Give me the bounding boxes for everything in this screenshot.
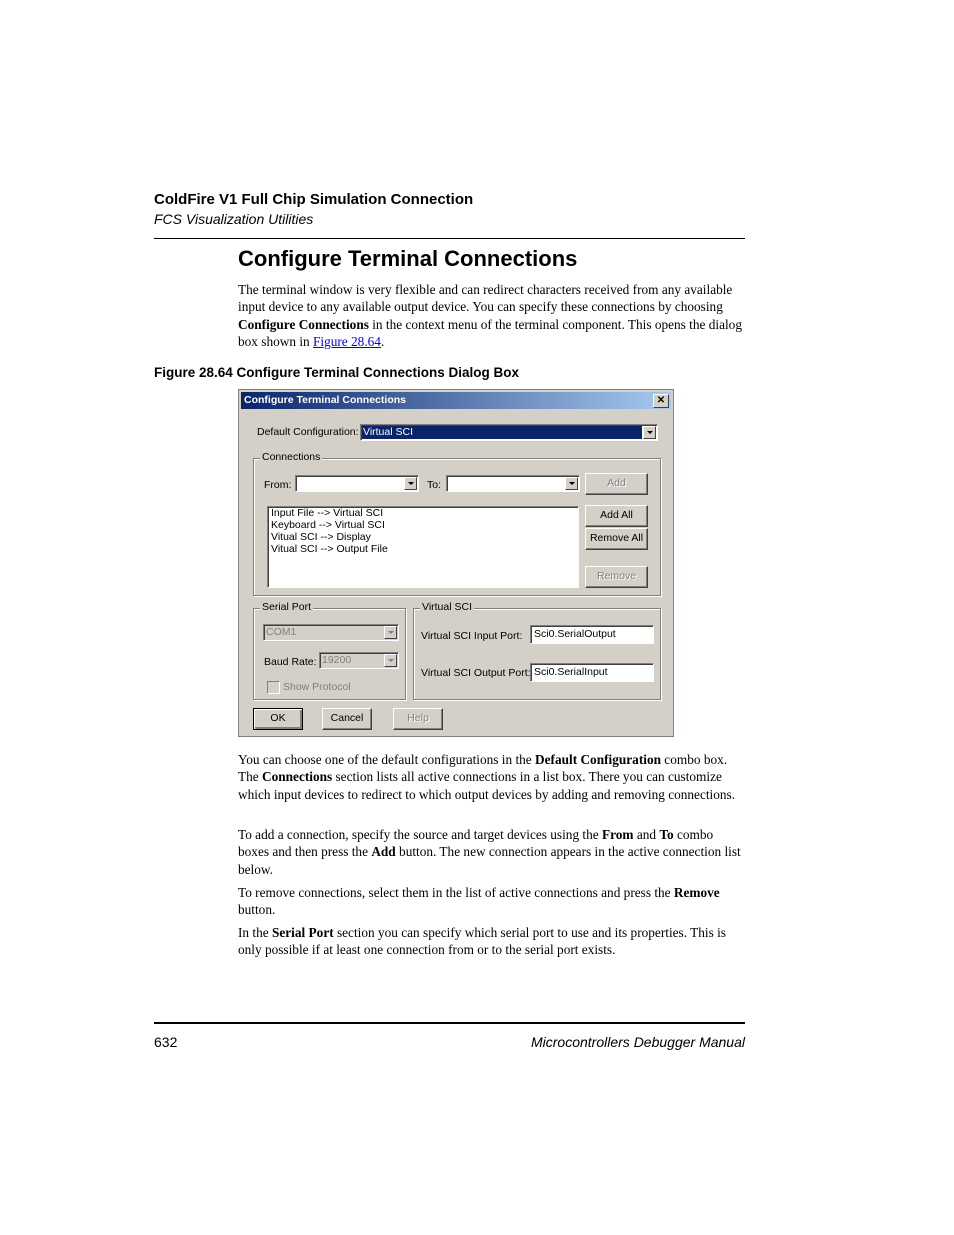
bold-term: Serial Port <box>271 925 334 940</box>
paragraph-serial-port: In the Serial Port section you can speci… <box>238 924 745 959</box>
configure-terminal-connections-dialog: Configure Terminal Connections ✕ Default… <box>238 389 674 737</box>
output-port-value: Sci0.SerialInput <box>534 666 608 678</box>
list-item[interactable]: Keyboard --> Virtual SCI <box>268 519 578 531</box>
header-rule <box>154 238 745 239</box>
text: To add a connection, specify the source … <box>238 827 602 842</box>
chapter-title: ColdFire V1 Full Chip Simulation Connect… <box>154 191 474 208</box>
from-label: From: <box>264 479 292 491</box>
show-protocol-checkbox[interactable] <box>267 681 280 694</box>
baud-rate-label: Baud Rate: <box>264 656 317 668</box>
cancel-button[interactable]: Cancel <box>322 708 372 730</box>
bold-term: Configure Connections <box>238 316 369 332</box>
connections-group-label: Connections <box>260 451 323 463</box>
to-combo[interactable] <box>446 475 580 492</box>
connections-list[interactable]: Input File --> Virtual SCI Keyboard --> … <box>267 506 579 588</box>
default-configuration-combo[interactable]: Virtual SCI <box>360 424 658 441</box>
to-label: To: <box>427 479 442 491</box>
bold-term: Connections <box>262 769 333 785</box>
figure-link[interactable]: Figure 28.64 <box>313 334 381 349</box>
chevron-down-icon[interactable] <box>565 477 578 490</box>
section-heading: Configure Terminal Connections <box>238 246 578 271</box>
text: In the <box>238 925 272 940</box>
chevron-down-icon[interactable] <box>384 626 397 639</box>
manual-title: Microcontrollers Debugger Manual <box>531 1034 745 1050</box>
input-port-field[interactable]: Sci0.SerialOutput <box>530 625 654 644</box>
text: The terminal window is very flexible and… <box>238 282 733 315</box>
section-subtitle: FCS Visualization Utilities <box>154 211 314 227</box>
serial-port-group-label: Serial Port <box>260 601 314 613</box>
text: and <box>633 827 660 842</box>
bold-term: To <box>659 827 674 842</box>
from-combo[interactable] <box>295 475 419 492</box>
text: . <box>380 333 385 349</box>
output-port-field[interactable]: Sci0.SerialInput <box>530 663 654 682</box>
dialog-title: Configure Terminal Connections <box>244 394 406 406</box>
text: You can choose one of the default config… <box>238 752 536 767</box>
bold-term: Add <box>371 844 396 860</box>
ok-button[interactable]: OK <box>253 708 303 730</box>
add-all-button[interactable]: Add All <box>585 505 648 527</box>
input-port-label: Virtual SCI Input Port: <box>421 630 523 642</box>
paragraph-default-configuration: You can choose one of the default config… <box>238 751 745 803</box>
output-port-label: Virtual SCI Output Port: <box>421 667 531 679</box>
chevron-down-icon[interactable] <box>643 426 656 439</box>
serial-port-combo[interactable]: COM1 <box>263 624 399 641</box>
intro-paragraph: The terminal window is very flexible and… <box>238 281 745 350</box>
list-item[interactable]: Input File --> Virtual SCI <box>268 507 578 519</box>
bold-term: From <box>602 827 634 842</box>
add-button[interactable]: Add <box>585 473 648 495</box>
title-bar: Configure Terminal Connections ✕ <box>241 392 671 409</box>
list-item[interactable]: Vitual SCI --> Display <box>268 531 578 543</box>
paragraph-add-connection: To add a connection, specify the source … <box>238 826 745 878</box>
default-configuration-value: Virtual SCI <box>362 426 642 439</box>
show-protocol-label: Show Protocol <box>283 681 351 693</box>
bold-term: Remove <box>673 885 720 900</box>
help-button[interactable]: Help <box>393 708 443 730</box>
serial-port-value: COM1 <box>266 626 297 638</box>
close-icon[interactable]: ✕ <box>653 394 669 408</box>
page-number: 632 <box>154 1034 178 1050</box>
input-port-value: Sci0.SerialOutput <box>534 628 616 640</box>
figure-caption: Figure 28.64 Configure Terminal Connecti… <box>154 365 520 380</box>
baud-rate-value: 19200 <box>322 654 352 666</box>
bold-term: Default Configuration <box>535 752 661 767</box>
chevron-down-icon[interactable] <box>404 477 417 490</box>
list-item[interactable]: Vitual SCI --> Output File <box>268 543 578 555</box>
default-configuration-label: Default Configuration: <box>257 426 359 438</box>
virtual-sci-group-label: Virtual SCI <box>420 601 474 613</box>
text: button. <box>238 902 276 918</box>
baud-rate-combo[interactable]: 19200 <box>319 652 399 669</box>
chevron-down-icon[interactable] <box>384 654 397 667</box>
paragraph-remove-connection: To remove connections, select them in th… <box>238 884 745 919</box>
text: To remove connections, select them in th… <box>238 885 674 900</box>
remove-button[interactable]: Remove <box>585 566 648 588</box>
remove-all-button[interactable]: Remove All <box>585 528 648 550</box>
virtual-sci-group: Virtual SCI <box>413 601 661 700</box>
footer-rule <box>154 1022 745 1024</box>
